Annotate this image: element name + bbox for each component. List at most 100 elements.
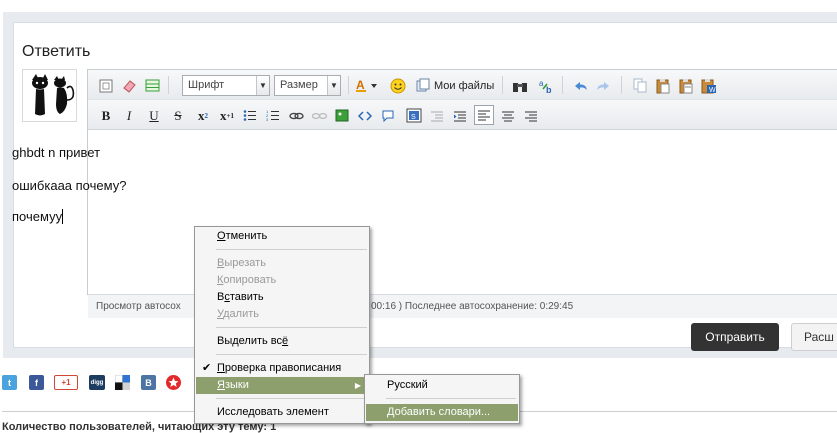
source-mode-icon[interactable]	[98, 77, 114, 94]
autosave-preview-link[interactable]: Просмотр автосох	[96, 301, 181, 312]
my-files-label: Мои файлы	[434, 79, 495, 92]
bookmark-star-icon[interactable]	[166, 375, 181, 390]
menu-separator	[216, 249, 367, 250]
bullet-list-icon[interactable]	[242, 107, 258, 124]
menu-item-inspect[interactable]: Исследовать элемент	[196, 404, 368, 421]
avatar	[22, 69, 77, 122]
text-color-icon[interactable]: A	[355, 77, 379, 94]
twitter-icon[interactable]: t	[2, 375, 17, 390]
numbered-list-icon[interactable]: 123	[265, 107, 281, 124]
menu-item-select-all[interactable]: Выделить всё	[196, 333, 368, 350]
align-center-icon[interactable]	[500, 107, 516, 124]
subscript-mark: 2	[204, 111, 209, 120]
font-dropdown-label: Шрифт	[188, 79, 225, 91]
unlink-icon[interactable]	[311, 107, 327, 124]
strikethrough-button[interactable]: S	[170, 107, 186, 124]
svg-text:b: b	[546, 85, 552, 94]
menu-item-cut[interactable]: Вырезать	[196, 255, 368, 272]
toolbar-separator	[562, 76, 563, 94]
reply-panel: Ответить Шрифт ▼ Размер ▼ A Мои файлы a …	[3, 12, 837, 358]
delete-label: далить	[223, 308, 260, 320]
bold-button[interactable]: B	[98, 107, 114, 124]
spoiler-icon[interactable]: S	[405, 107, 423, 124]
svg-text:S: S	[411, 114, 416, 121]
submenu-item-russian[interactable]: Русский	[366, 377, 518, 394]
paste-word-icon[interactable]: W	[700, 77, 718, 94]
link-icon[interactable]	[288, 107, 304, 124]
languages-submenu: Русский Добавить словари...	[364, 374, 520, 424]
binoculars-icon[interactable]	[511, 77, 529, 94]
svg-text:W: W	[709, 87, 716, 94]
context-menu: Отменить Вырезать Копировать Вставить Уд…	[194, 226, 370, 424]
undo-accel: О	[217, 230, 226, 242]
svg-text:3: 3	[266, 117, 269, 122]
reply-title: Ответить	[22, 43, 91, 60]
autosave-status: 00:16 ) Последнее автосохранение: 0:29:4…	[371, 301, 574, 312]
digg-icon[interactable]: digg	[89, 375, 105, 390]
copy-label: опировать	[223, 274, 277, 286]
submenu-arrow-icon: ▶	[354, 381, 361, 390]
copy-icon[interactable]	[631, 77, 649, 94]
text-caret	[62, 209, 64, 224]
editor-line-3-text: почемуу	[12, 209, 63, 224]
subscript-button[interactable]: x2	[194, 107, 212, 124]
font-dropdown[interactable]: Шрифт ▼	[182, 75, 270, 96]
editor-toolbar-bottom: B I U S x2 x +1 123 S	[88, 100, 837, 130]
menu-item-delete[interactable]: Удалить	[196, 306, 368, 323]
submenu-item-add-dictionaries[interactable]: Добавить словари...	[366, 404, 518, 421]
paste-text-icon[interactable]	[677, 77, 695, 94]
size-dropdown[interactable]: Размер ▼	[274, 75, 341, 96]
extended-mode-button[interactable]: Расш	[791, 323, 837, 351]
cut-label: ырезать	[224, 257, 266, 269]
align-right-icon[interactable]	[523, 107, 539, 124]
languages-accel: Я	[217, 379, 225, 391]
size-dropdown-label: Размер	[280, 79, 318, 91]
code-icon[interactable]	[357, 107, 373, 124]
select-all-accel: ё	[282, 335, 289, 347]
eraser-icon[interactable]	[121, 77, 137, 94]
select-all-prefix: Выделить вс	[217, 335, 283, 347]
menu-separator	[386, 398, 516, 399]
indent-icon[interactable]	[452, 107, 468, 124]
editor-toolbar-top: Шрифт ▼ Размер ▼ A Мои файлы a b W	[88, 70, 837, 100]
facebook-icon[interactable]: f	[29, 375, 44, 390]
my-files-button[interactable]: Мои файлы	[416, 77, 498, 94]
editor-line-2: ошибкааа почему?	[12, 178, 127, 193]
chevron-down-icon: ▼	[256, 76, 269, 95]
underline-button[interactable]: U	[146, 107, 162, 124]
gplus-icon[interactable]: +1	[54, 375, 78, 390]
superscript-button[interactable]: x +1	[217, 107, 237, 124]
outdent-icon[interactable]	[429, 107, 445, 124]
spellcheck-label: роверка правописания	[224, 362, 342, 374]
table-icon[interactable]	[144, 77, 160, 94]
svg-text:a: a	[539, 79, 544, 88]
quote-icon[interactable]	[380, 107, 396, 124]
editor-line-1: ghbdt n привет	[12, 145, 101, 160]
vk-icon[interactable]: B	[141, 375, 156, 390]
menu-separator	[216, 398, 367, 399]
image-icon[interactable]	[334, 107, 350, 124]
italic-button[interactable]: I	[121, 107, 137, 124]
redo-icon[interactable]	[594, 77, 612, 94]
delicious-icon[interactable]	[115, 375, 130, 390]
menu-item-languages[interactable]: Языки ▶	[196, 377, 368, 394]
spellcheck-accel: П	[217, 362, 225, 374]
send-button[interactable]: Отправить	[691, 323, 779, 351]
files-icon	[416, 78, 430, 92]
menu-item-paste[interactable]: Вставить	[196, 289, 368, 306]
menu-item-spellcheck[interactable]: ✔ Проверка правописания	[196, 360, 368, 377]
top-strip	[0, 0, 837, 12]
smiley-icon[interactable]	[389, 77, 407, 94]
undo-icon[interactable]	[571, 77, 589, 94]
menu-item-copy[interactable]: Копировать	[196, 272, 368, 289]
editor-line-3: почемуу	[12, 209, 64, 225]
svg-text:A: A	[356, 78, 365, 92]
toolbar-separator	[168, 76, 169, 94]
menu-separator	[216, 354, 367, 355]
replace-icon[interactable]: ab	[537, 77, 555, 94]
superscript-mark: +1	[226, 111, 235, 120]
menu-item-undo[interactable]: Отменить	[196, 228, 368, 245]
paste-icon[interactable]	[654, 77, 672, 94]
align-left-icon[interactable]	[474, 105, 494, 125]
add-dict-label: обавить словари...	[394, 406, 491, 418]
